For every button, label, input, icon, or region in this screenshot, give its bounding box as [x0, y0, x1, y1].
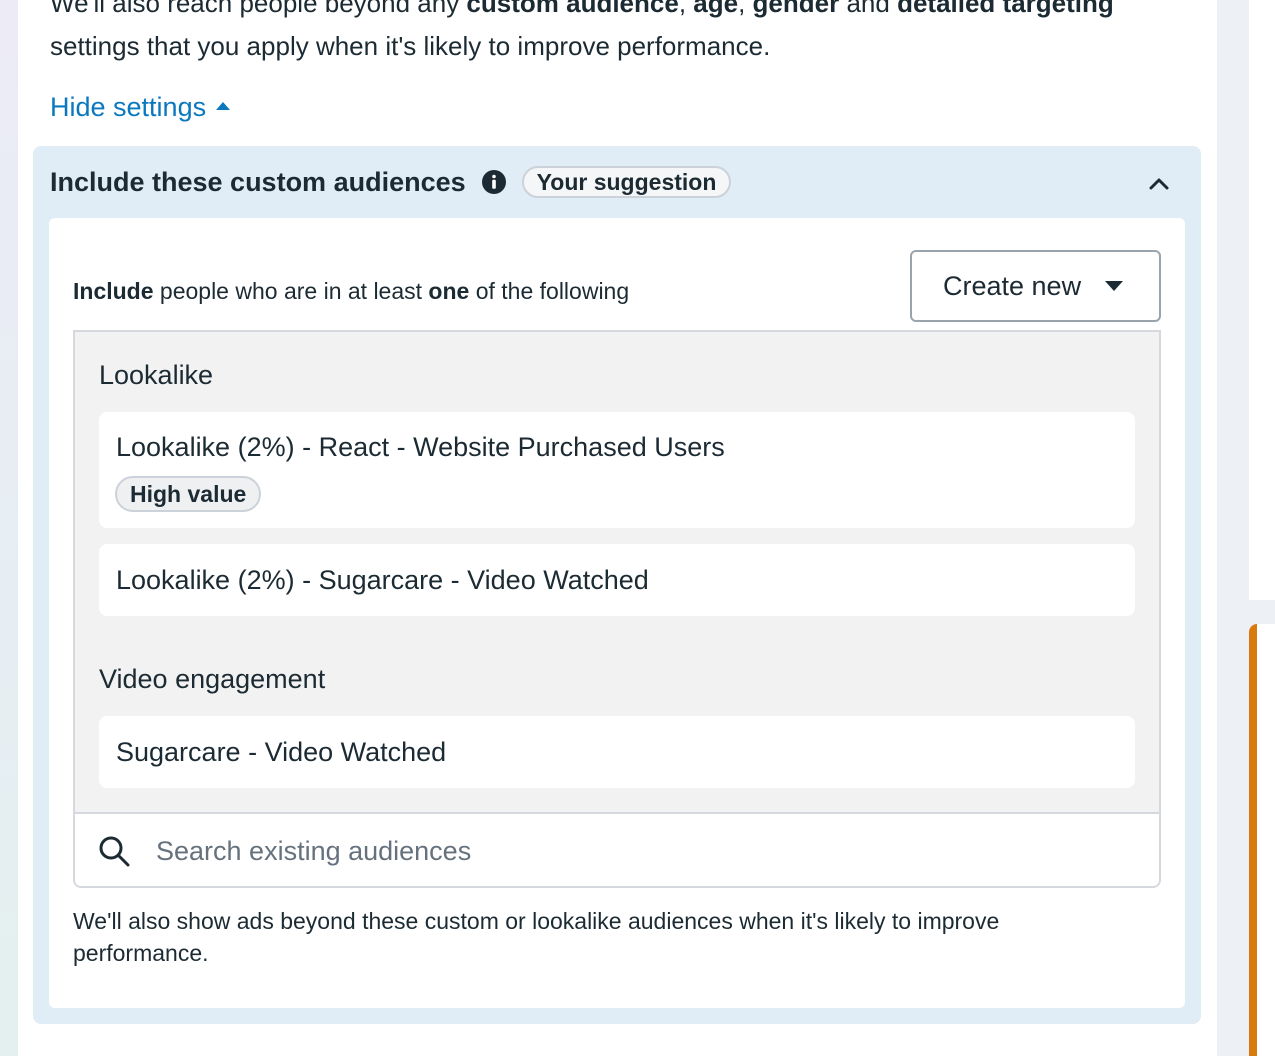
group-label-lookalike: Lookalike	[99, 360, 214, 390]
caret-up-icon	[216, 101, 231, 110]
right-panel-card	[1249, 0, 1275, 600]
info-icon[interactable]	[481, 170, 506, 194]
section-title: Include these custom audiences	[50, 166, 466, 197]
group-label-video-engagement: Video engagement	[99, 664, 326, 694]
audience-item-name: Lookalike (2%) - Sugarcare - Video Watch…	[116, 565, 649, 595]
audience-item[interactable]: Lookalike (2%) - React - Website Purchas…	[99, 412, 1135, 528]
right-panel-card-highlighted	[1249, 624, 1275, 1056]
audience-item-name: Sugarcare - Video Watched	[116, 737, 447, 767]
selected-audiences-list: Lookalike Lookalike (2%) - React - Websi…	[73, 330, 1161, 888]
create-new-button[interactable]: Create new	[910, 250, 1161, 322]
search-audiences-row	[75, 812, 1159, 886]
create-new-label: Create new	[943, 270, 1082, 301]
intro-text: We'll also reach people beyond any custo…	[50, 0, 1114, 61]
audience-item-name: Lookalike (2%) - React - Website Purchas…	[116, 432, 725, 462]
section-header: Include these custom audiences Your sugg…	[50, 166, 732, 198]
caret-down-icon	[1105, 281, 1124, 291]
search-icon	[97, 834, 131, 868]
audience-item[interactable]: Sugarcare - Video Watched	[99, 716, 1135, 788]
hide-settings-link[interactable]: Hide settings	[50, 92, 231, 123]
custom-audiences-section: Include these custom audiences Your sugg…	[33, 146, 1201, 1024]
hide-settings-label: Hide settings	[50, 92, 207, 122]
include-description: Include people who are in at least one o…	[73, 278, 630, 304]
chevron-up-icon[interactable]	[1147, 172, 1171, 196]
page-background	[0, 0, 18, 1056]
high-value-badge: High value	[115, 476, 262, 512]
your-suggestion-badge: Your suggestion	[521, 166, 732, 198]
audience-item[interactable]: Lookalike (2%) - Sugarcare - Video Watch…	[99, 544, 1135, 616]
audience-footnote: We'll also show ads beyond these custom …	[73, 908, 1000, 966]
audience-panel: Include people who are in at least one o…	[49, 218, 1185, 1008]
search-audiences-input[interactable]	[154, 834, 1118, 868]
